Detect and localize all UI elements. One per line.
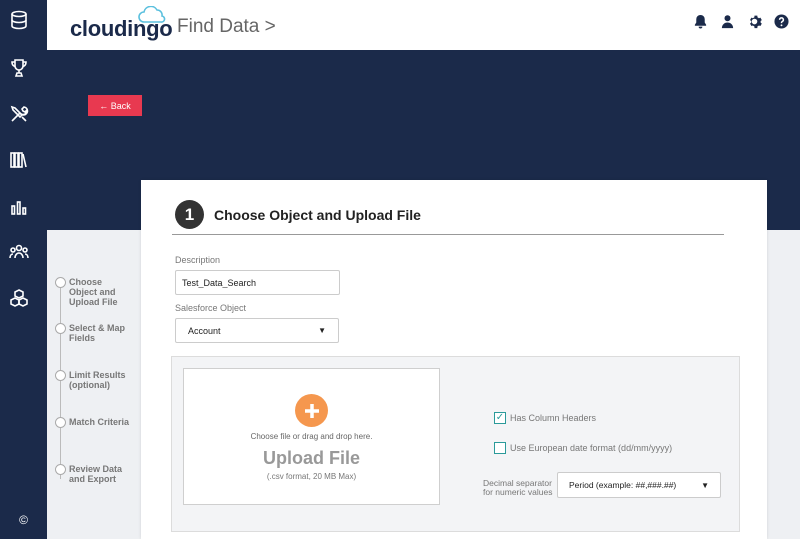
description-input[interactable] — [175, 270, 340, 295]
step-label: Review Data and Export — [69, 464, 123, 484]
caret-down-icon: ▼ — [318, 326, 326, 335]
library-icon[interactable] — [8, 149, 30, 171]
step-select-map[interactable]: Select & Map Fields — [55, 323, 131, 343]
top-header: cloudingo Find Data > — [47, 0, 800, 50]
cloud-icon — [138, 6, 166, 23]
has-headers-label: Has Column Headers — [510, 413, 597, 423]
dropzone-subtitle: (.csv format, 20 MB Max) — [266, 472, 357, 481]
step-label: Choose Object and Upload File — [69, 277, 118, 307]
salesforce-object-label: Salesforce Object — [175, 303, 247, 313]
users-icon[interactable] — [8, 241, 30, 263]
decimal-separator-select[interactable]: Period (example: ##,###.##) ▼ — [557, 472, 721, 498]
step-circle — [55, 323, 66, 334]
page-title: Choose Object and Upload File — [214, 207, 421, 223]
step-circle — [55, 277, 66, 288]
description-label: Description — [175, 255, 221, 265]
upload-panel: Choose file or drag and drop here. Uploa… — [171, 356, 740, 532]
dropzone-title: Upload File — [262, 448, 360, 468]
bell-icon[interactable] — [693, 14, 709, 30]
european-date-checkbox[interactable] — [494, 442, 506, 454]
trophy-icon[interactable] — [8, 57, 30, 79]
tools-icon[interactable] — [8, 103, 30, 125]
step-label: Match Criteria — [69, 417, 130, 427]
chart-icon[interactable] — [8, 196, 30, 218]
step-circle — [55, 417, 66, 428]
european-date-label: Use European date format (dd/mm/yyyy) — [510, 443, 673, 453]
cloudingo-logo[interactable]: cloudingo — [70, 6, 173, 42]
step-number-badge: 1 — [175, 200, 204, 229]
breadcrumb[interactable]: Find Data > — [177, 16, 276, 38]
select-value: Period (example: ##,###.##) — [569, 480, 677, 490]
help-icon[interactable] — [774, 14, 790, 30]
back-button[interactable]: ← Back — [88, 95, 142, 116]
has-headers-option[interactable]: ✓ Has Column Headers — [494, 412, 596, 424]
step-choose-object[interactable]: Choose Object and Upload File — [55, 277, 131, 307]
header-actions — [693, 14, 790, 30]
gear-icon[interactable] — [747, 14, 763, 30]
has-headers-checkbox[interactable]: ✓ — [494, 412, 506, 424]
step-match-criteria[interactable]: Match Criteria — [55, 417, 131, 428]
database-icon[interactable] — [8, 9, 30, 31]
salesforce-object-select[interactable]: Account ▼ — [175, 318, 339, 343]
user-icon[interactable] — [720, 14, 736, 30]
file-dropzone[interactable]: Choose file or drag and drop here. Uploa… — [183, 368, 440, 505]
step-label: Limit Results (optional) — [69, 370, 126, 390]
european-date-option[interactable]: Use European date format (dd/mm/yyyy) — [494, 442, 672, 454]
caret-down-icon: ▼ — [701, 480, 709, 490]
copyright-mark: © — [19, 513, 28, 527]
plus-icon[interactable] — [295, 394, 328, 427]
step-label: Select & Map Fields — [69, 323, 126, 343]
decimal-separator-label: Decimal separator for numeric values — [483, 478, 553, 497]
wizard-steps: Choose Object and Upload File Select & M… — [47, 230, 141, 539]
step-review-export[interactable]: Review Data and Export — [55, 464, 131, 484]
step-circle — [55, 464, 66, 475]
dropzone-hint: Choose file or drag and drop here. — [250, 432, 373, 441]
wizard-card: 1 Choose Object and Upload File Descript… — [141, 180, 767, 539]
icon-rail: © — [0, 0, 47, 539]
step-limit-results[interactable]: Limit Results (optional) — [55, 370, 131, 390]
select-value: Account — [188, 325, 221, 336]
step-circle — [55, 370, 66, 381]
boxes-icon[interactable] — [8, 287, 30, 309]
title-divider — [172, 234, 724, 235]
